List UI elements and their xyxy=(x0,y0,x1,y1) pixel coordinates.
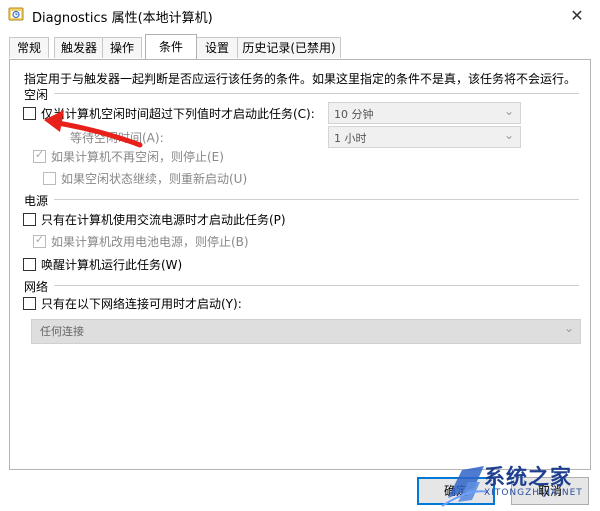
idle-duration-select[interactable]: 10 分钟 ⌄ xyxy=(328,102,521,124)
checkmark-icon: ✓ xyxy=(34,233,45,246)
tab-history[interactable]: 历史记录(已禁用) xyxy=(237,37,341,58)
wait-duration-select[interactable]: 1 小时 ⌄ xyxy=(328,126,521,148)
network-connection-select[interactable]: 任何连接 ⌄ xyxy=(31,319,581,344)
tab-conditions[interactable]: 条件 xyxy=(145,34,197,59)
watermark-subtext: XITONGZHIJIA.NET xyxy=(484,488,583,498)
idle-duration-value: 10 分钟 xyxy=(334,108,374,121)
checkmark-icon: ✓ xyxy=(34,148,45,161)
start-if-idle-checkbox[interactable] xyxy=(23,107,36,120)
stop-if-not-idle-label: 如果计算机不再空闲，则停止(E) xyxy=(51,150,224,164)
title-bar: Diagnostics 属性(本地计算机) ✕ xyxy=(0,0,600,30)
power-group-label: 电源 xyxy=(24,194,49,208)
chevron-down-icon: ⌄ xyxy=(503,128,514,142)
restart-if-idle-checkbox[interactable] xyxy=(43,172,56,185)
window-title: Diagnostics 属性(本地计算机) xyxy=(32,11,213,26)
start-if-idle-label: 仅当计算机空闲时间超过下列值时才启动此任务(C): xyxy=(41,107,315,121)
tab-general[interactable]: 常规 xyxy=(9,37,49,58)
restart-if-idle-label: 如果空闲状态继续，则重新启动(U) xyxy=(61,172,248,186)
network-connection-value: 任何连接 xyxy=(40,325,84,338)
idle-group-label: 空闲 xyxy=(24,88,49,102)
chevron-down-icon: ⌄ xyxy=(503,104,514,118)
stop-if-not-idle-checkbox[interactable]: ✓ xyxy=(33,148,46,163)
wait-for-idle-label: 等待空闲时间(A): xyxy=(70,131,164,145)
tab-actions[interactable]: 操作 xyxy=(102,37,142,58)
conditions-description: 指定用于与触发器一起判断是否应运行该任务的条件。如果这里指定的条件不是真，该任务… xyxy=(24,72,577,86)
network-group-label: 网络 xyxy=(24,280,49,294)
watermark-text: 系统之家 xyxy=(484,465,572,489)
start-on-ac-label: 只有在计算机使用交流电源时才启动此任务(P) xyxy=(41,213,286,227)
stop-on-battery-checkbox[interactable]: ✓ xyxy=(33,233,46,248)
start-if-network-label: 只有在以下网络连接可用时才启动(Y): xyxy=(41,297,242,311)
wait-duration-value: 1 小时 xyxy=(334,132,367,145)
tab-settings[interactable]: 设置 xyxy=(195,37,239,58)
stop-on-battery-label: 如果计算机改用电池电源，则停止(B) xyxy=(51,235,249,249)
chevron-down-icon: ⌄ xyxy=(563,321,574,335)
idle-group-divider xyxy=(54,93,579,94)
close-icon: ✕ xyxy=(570,5,584,25)
start-on-ac-checkbox[interactable] xyxy=(23,213,36,226)
task-scheduler-icon xyxy=(8,6,24,22)
wake-to-run-checkbox[interactable] xyxy=(23,258,36,271)
close-button[interactable]: ✕ xyxy=(554,0,600,30)
start-if-network-checkbox[interactable] xyxy=(23,297,36,310)
power-group-divider xyxy=(54,199,579,200)
tab-triggers[interactable]: 触发器 xyxy=(54,37,104,58)
wake-to-run-label: 唤醒计算机运行此任务(W) xyxy=(41,258,183,272)
conditions-panel: 指定用于与触发器一起判断是否应运行该任务的条件。如果这里指定的条件不是真，该任务… xyxy=(9,59,591,470)
network-group-divider xyxy=(54,285,579,286)
